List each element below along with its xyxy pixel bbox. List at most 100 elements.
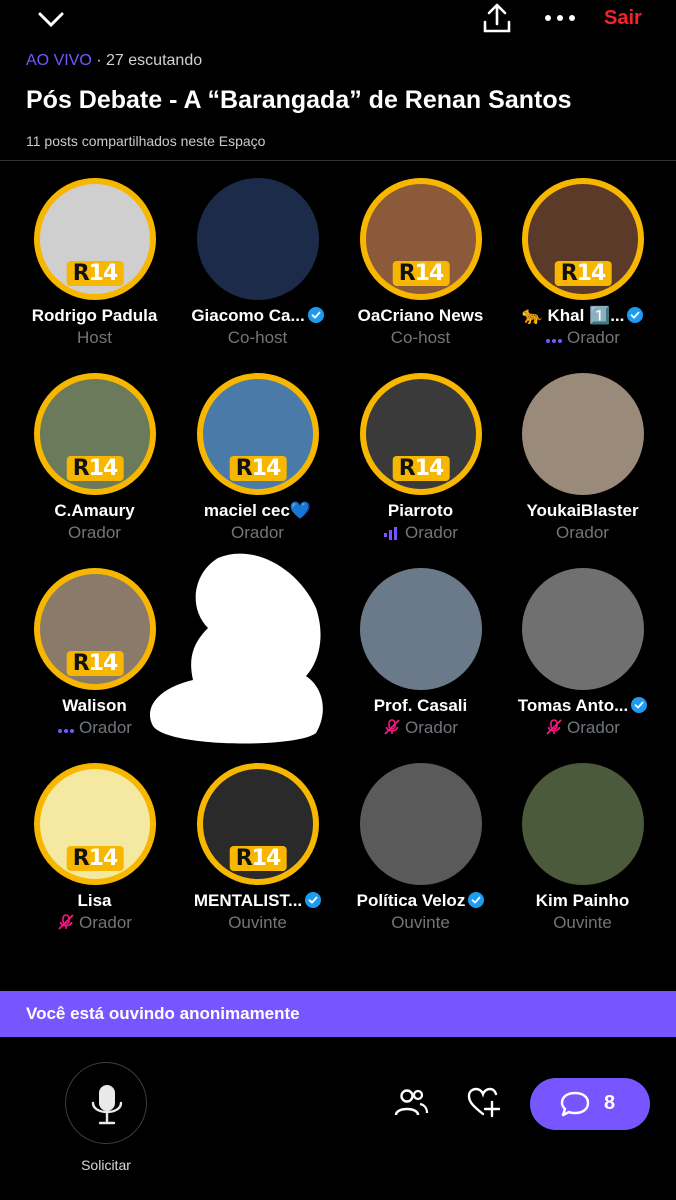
- participant-role: Orador: [501, 523, 664, 543]
- badge-number: 14: [88, 456, 119, 481]
- mic-icon: [91, 1085, 123, 1125]
- verified-icon: [307, 307, 324, 323]
- participant-card[interactable]: Prof. Casali Orador: [339, 566, 502, 761]
- avatar[interactable]: R14: [197, 763, 319, 885]
- participant-role: Orador: [176, 523, 339, 543]
- participant-name-text: maciel cec💙: [203, 501, 312, 520]
- verified-icon: [468, 892, 485, 908]
- top-bar: Sair: [0, 0, 676, 44]
- badge-number: 14: [251, 456, 282, 481]
- badge-number: 14: [414, 261, 445, 286]
- r14-badge: R14: [229, 456, 287, 481]
- participant-role: Orador: [501, 718, 664, 738]
- avatar[interactable]: R14: [34, 568, 156, 690]
- participant-role-text: Orador: [231, 523, 284, 542]
- participant-role-text: Orador: [405, 523, 458, 542]
- typing-dots-icon: [546, 339, 563, 343]
- avatar[interactable]: R14: [34, 763, 156, 885]
- participant-card[interactable]: R14 MENTALIST... Ouvinte: [176, 761, 339, 956]
- avatar[interactable]: [360, 763, 482, 885]
- participant-role: Orador: [339, 523, 502, 543]
- comments-button[interactable]: 8: [530, 1078, 650, 1130]
- participant-role: Orador: [13, 523, 176, 543]
- participant-card[interactable]: Giacomo Ca... Co-host: [176, 176, 339, 371]
- badge-number: 14: [251, 846, 282, 871]
- chevron-down-icon[interactable]: [36, 8, 66, 32]
- share-icon[interactable]: [480, 2, 514, 36]
- divider: [0, 160, 676, 161]
- participant-role: Host: [13, 328, 176, 348]
- participant-card[interactable]: R14 🐆 Khal 1️⃣... Orador: [501, 176, 664, 371]
- participant-card[interactable]: R14 OaCriano News Co-host: [339, 176, 502, 371]
- participant-card[interactable]: Política Veloz Ouvinte: [339, 761, 502, 956]
- participant-role: Orador: [501, 328, 664, 348]
- participant-name-text: Kim Painho: [535, 891, 630, 910]
- participant-role: Co-host: [339, 328, 502, 348]
- badge-number: 14: [88, 261, 119, 286]
- r14-badge: R14: [66, 846, 124, 871]
- participant-card[interactable]: R14 Lisa Orador: [13, 761, 176, 956]
- participant-role-text: Orador: [79, 913, 132, 932]
- avatar[interactable]: R14: [34, 178, 156, 300]
- badge-letter: R: [72, 846, 90, 871]
- participant-card[interactable]: YoukaiBlaster Orador: [501, 371, 664, 566]
- participant-card[interactable]: R14 Rodrigo Padula Host: [13, 176, 176, 371]
- r14-badge: R14: [66, 261, 124, 286]
- avatar[interactable]: [360, 568, 482, 690]
- participant-card[interactable]: R14 maciel cec💙 Orador: [176, 371, 339, 566]
- speaking-icon: [384, 527, 398, 540]
- participant-card[interactable]: R14 C.Amaury Orador: [13, 371, 176, 566]
- badge-letter: R: [398, 456, 416, 481]
- participant-role-text: Ouvinte: [391, 913, 450, 932]
- participant-name-text: Giacomo Ca...: [191, 306, 305, 325]
- participant-role-text: Orador: [567, 718, 620, 737]
- participant-name: Tomas Anto...: [501, 696, 664, 716]
- participant-role-text: Orador: [556, 523, 609, 542]
- participant-role-text: Orador: [68, 523, 121, 542]
- heart-plus-icon[interactable]: [465, 1086, 501, 1118]
- participant-role-text: Orador: [567, 328, 620, 347]
- badge-number: 14: [414, 456, 445, 481]
- avatar[interactable]: R14: [360, 373, 482, 495]
- avatar[interactable]: [522, 373, 644, 495]
- participant-name-text: Lisa: [77, 891, 112, 910]
- badge-letter: R: [72, 456, 90, 481]
- avatar[interactable]: R14: [197, 373, 319, 495]
- participant-name: 🐆 Khal 1️⃣...: [501, 306, 664, 326]
- listener-count: 27 escutando: [106, 52, 203, 69]
- participant-card[interactable]: Tomas Anto... Orador: [501, 566, 664, 761]
- participant-name-text: Prof. Casali: [373, 696, 468, 715]
- request-mic-button[interactable]: [65, 1062, 147, 1144]
- participant-name: Kim Painho: [501, 891, 664, 911]
- live-label: AO VIVO: [26, 52, 92, 69]
- participant-role: Co-host: [176, 328, 339, 348]
- participant-role: Orador: [339, 718, 502, 738]
- people-icon[interactable]: [393, 1086, 429, 1118]
- badge-number: 14: [88, 846, 119, 871]
- participant-name-text: Rodrigo Padula: [31, 306, 158, 325]
- avatar[interactable]: R14: [360, 178, 482, 300]
- participant-name-text: C.Amaury: [54, 501, 135, 520]
- participant-name: Política Veloz: [339, 891, 502, 911]
- participant-role-text: Host: [77, 328, 112, 347]
- posts-shared-link[interactable]: 11 posts compartilhados neste Espaço: [26, 133, 265, 149]
- badge-letter: R: [560, 261, 578, 286]
- badge-number: 14: [88, 651, 119, 676]
- badge-letter: R: [235, 456, 253, 481]
- avatar[interactable]: [522, 568, 644, 690]
- participant-card[interactable]: Kim Painho Ouvinte: [501, 761, 664, 956]
- avatar[interactable]: R14: [34, 373, 156, 495]
- badge-letter: R: [72, 651, 90, 676]
- participant-card[interactable]: R14 Piarroto Orador: [339, 371, 502, 566]
- more-icon[interactable]: [542, 8, 578, 28]
- avatar[interactable]: [522, 763, 644, 885]
- r14-badge: R14: [66, 651, 124, 676]
- comment-count: 8: [604, 1092, 616, 1114]
- participant-role-text: Co-host: [227, 328, 288, 347]
- avatar[interactable]: [197, 178, 319, 300]
- exit-button[interactable]: Sair: [604, 7, 642, 30]
- participant-name-text: MENTALIST...: [193, 891, 303, 910]
- comment-icon: [560, 1091, 590, 1117]
- participant-name: OaCriano News: [339, 306, 502, 326]
- avatar[interactable]: R14: [522, 178, 644, 300]
